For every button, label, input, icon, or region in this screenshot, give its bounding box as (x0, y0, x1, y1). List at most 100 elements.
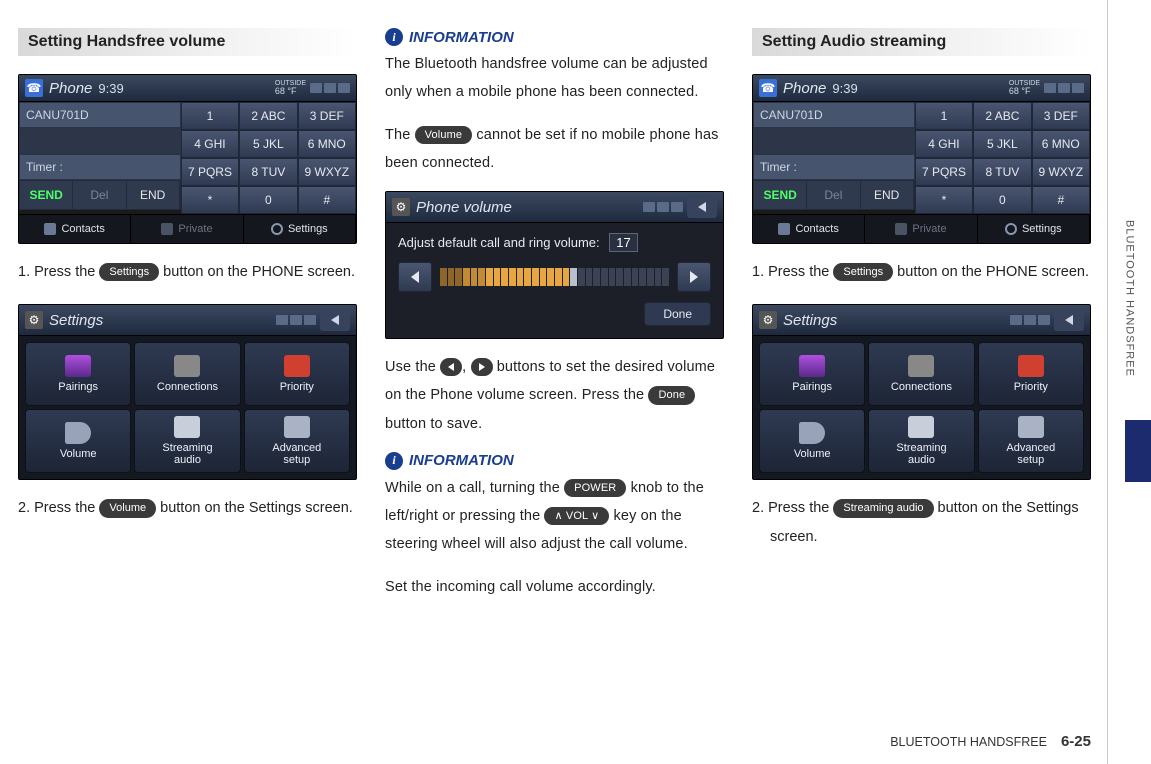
done-button[interactable]: Done (644, 302, 711, 326)
key-hash[interactable]: # (1032, 186, 1090, 214)
send-button[interactable]: SEND (754, 181, 807, 209)
tile-pairings[interactable]: Pairings (25, 342, 131, 406)
key-3[interactable]: 3 DEF (1032, 102, 1090, 130)
key-9[interactable]: 9 WXYZ (1032, 158, 1090, 186)
tile-streaming-audio[interactable]: Streaming audio (868, 409, 974, 473)
key-star[interactable]: * (915, 186, 973, 214)
device-title: Phone (783, 80, 826, 97)
key-8[interactable]: 8 TUV (973, 158, 1031, 186)
settings-button[interactable]: Settings (978, 215, 1090, 243)
phone-icon: ☎ (25, 79, 43, 97)
back-button[interactable] (320, 309, 350, 331)
connected-device-row: CANU701D (19, 102, 181, 128)
screenshot-phone-2: ☎ Phone 9:39 OUTSIDE 68 °F CANU701D Time… (752, 74, 1091, 244)
end-button[interactable]: END (861, 181, 914, 209)
key-6[interactable]: 6 MNO (1032, 130, 1090, 158)
settings-pill: Settings (99, 263, 159, 281)
info-icon: i (385, 452, 403, 470)
tile-volume[interactable]: Volume (759, 409, 865, 473)
keypad: 1 2 ABC 3 DEF 4 GHI 5 JKL 6 MNO 7 PQRS 8… (915, 102, 1090, 214)
key-4[interactable]: 4 GHI (915, 130, 973, 158)
key-7[interactable]: 7 PQRS (915, 158, 973, 186)
screenshot-settings-2: ⚙ Settings Pairings Connections Priority… (752, 304, 1091, 480)
contacts-icon (44, 223, 56, 235)
heading-audio-streaming: Setting Audio streaming (752, 28, 1091, 56)
tile-streaming-audio[interactable]: Streaming audio (134, 409, 240, 473)
key-0[interactable]: 0 (973, 186, 1031, 214)
device-title-settings: Settings (49, 312, 103, 329)
key-2[interactable]: 2 ABC (973, 102, 1031, 130)
col2-p5: Set the incoming call volume accordingly… (385, 573, 724, 601)
tile-priority[interactable]: Priority (244, 342, 350, 406)
col3-step1: 1. Press the Settings button on the PHON… (752, 258, 1091, 286)
info-heading-2: i INFORMATION (385, 452, 724, 470)
key-1[interactable]: 1 (915, 102, 973, 130)
outside-temp: 68 °F (1009, 87, 1040, 96)
volume-value: 17 (609, 233, 637, 252)
phone-icon: ☎ (759, 79, 777, 97)
key-2[interactable]: 2 ABC (239, 102, 297, 130)
key-7[interactable]: 7 PQRS (181, 158, 239, 186)
device-title-settings: Settings (783, 312, 837, 329)
end-button[interactable]: END (127, 181, 180, 209)
status-icons (643, 202, 683, 212)
del-button[interactable]: Del (807, 181, 860, 209)
key-5[interactable]: 5 JKL (973, 130, 1031, 158)
back-button[interactable] (687, 196, 717, 218)
tile-connections[interactable]: Connections (134, 342, 240, 406)
status-icons (1044, 83, 1084, 93)
tile-connections[interactable]: Connections (868, 342, 974, 406)
status-icons (310, 83, 350, 93)
settings-gear-icon: ⚙ (25, 311, 43, 329)
column-middle: i INFORMATION The Bluetooth handsfree vo… (385, 28, 724, 615)
triangle-right-icon (690, 271, 698, 283)
right-arrow-pill (471, 358, 493, 376)
pairings-icon (799, 355, 825, 377)
empty-row (753, 128, 915, 154)
key-4[interactable]: 4 GHI (181, 130, 239, 158)
volume-icon (799, 422, 825, 444)
pairings-icon (65, 355, 91, 377)
priority-icon (284, 355, 310, 377)
streaming-icon (174, 416, 200, 438)
col2-p2: The Volume cannot be set if no mobile ph… (385, 121, 724, 178)
side-tab-label: BLUETOOTH HANDSFREE (1124, 220, 1136, 377)
streaming-audio-pill: Streaming audio (833, 499, 933, 517)
screenshot-phone-1: ☎ Phone 9:39 OUTSIDE 68 °F CANU701D Time… (18, 74, 357, 244)
key-3[interactable]: 3 DEF (298, 102, 356, 130)
volume-increase-button[interactable] (677, 262, 711, 292)
contacts-button[interactable]: Contacts (19, 215, 131, 243)
del-button[interactable]: Del (73, 181, 126, 209)
volume-label: Adjust default call and ring volume: 17 (398, 233, 711, 252)
info-heading-1: i INFORMATION (385, 28, 724, 46)
device-title: Phone (49, 80, 92, 97)
key-star[interactable]: * (181, 186, 239, 214)
volume-bar[interactable] (440, 268, 669, 286)
key-5[interactable]: 5 JKL (239, 130, 297, 158)
tile-priority[interactable]: Priority (978, 342, 1084, 406)
tile-volume[interactable]: Volume (25, 409, 131, 473)
tile-advanced-setup[interactable]: Advanced setup (978, 409, 1084, 473)
key-6[interactable]: 6 MNO (298, 130, 356, 158)
key-9[interactable]: 9 WXYZ (298, 158, 356, 186)
connected-device-row: CANU701D (753, 102, 915, 128)
back-button[interactable] (1054, 309, 1084, 331)
contacts-icon (778, 223, 790, 235)
key-1[interactable]: 1 (181, 102, 239, 130)
settings-button[interactable]: Settings (244, 215, 356, 243)
key-hash[interactable]: # (298, 186, 356, 214)
column-right: Setting Audio streaming ☎ Phone 9:39 OUT… (752, 28, 1091, 615)
status-icons (276, 315, 316, 325)
gear-icon (271, 223, 283, 235)
tile-advanced-setup[interactable]: Advanced setup (244, 409, 350, 473)
timer-row: Timer : (753, 154, 915, 180)
vol-key-pill: ∧ VOL ∨ (544, 507, 609, 525)
volume-decrease-button[interactable] (398, 262, 432, 292)
key-0[interactable]: 0 (239, 186, 297, 214)
volume-pill: Volume (99, 499, 156, 517)
send-button[interactable]: SEND (20, 181, 73, 209)
power-pill: POWER (564, 479, 626, 497)
key-8[interactable]: 8 TUV (239, 158, 297, 186)
contacts-button[interactable]: Contacts (753, 215, 865, 243)
tile-pairings[interactable]: Pairings (759, 342, 865, 406)
